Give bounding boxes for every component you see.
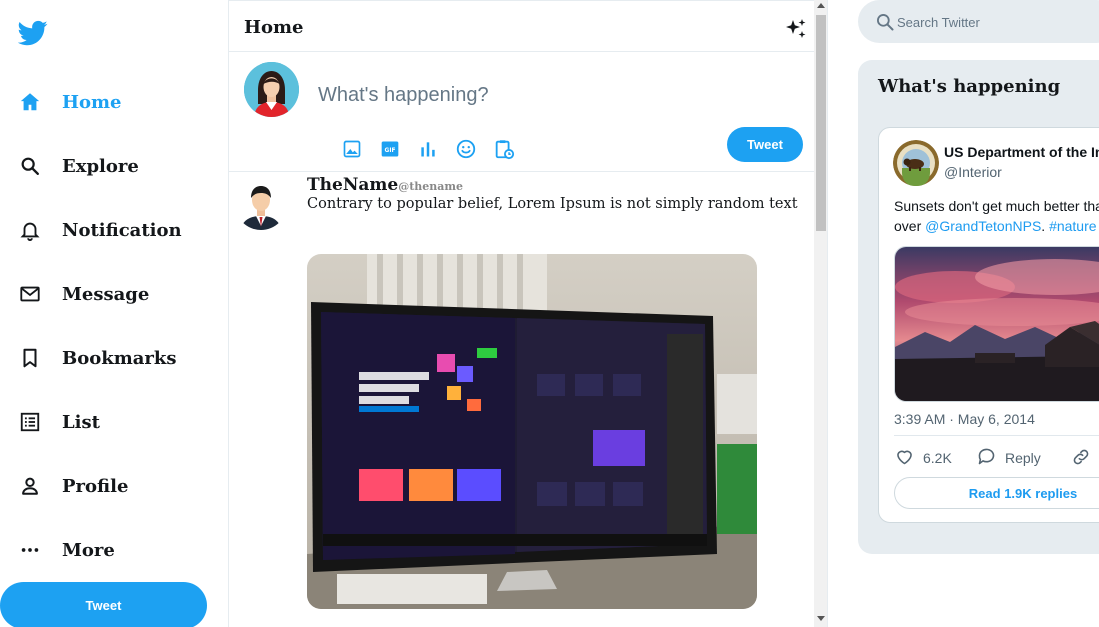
embed-text-line: over @GrandTetonNPS. #nature <box>894 216 1099 236</box>
scroll-up-arrow-icon[interactable] <box>817 3 825 8</box>
avatar[interactable] <box>244 62 299 117</box>
mail-icon <box>18 282 42 306</box>
sidebar-item-bookmarks[interactable]: Bookmarks <box>18 338 177 378</box>
sidebar-item-message[interactable]: Message <box>18 274 149 314</box>
search-input[interactable] <box>897 12 1097 32</box>
person-icon <box>18 474 42 498</box>
embed-tweet-text: Sunsets don't get much better than over … <box>894 196 1099 236</box>
bell-icon <box>18 218 42 242</box>
embed-text-line: Sunsets don't get much better than <box>894 198 1099 214</box>
sidebar-item-label: Notification <box>62 219 182 241</box>
sidebar-item-label: Explore <box>62 155 139 177</box>
whats-happening-panel: What's happening US Department of the In… <box>858 60 1099 554</box>
composer-toolbar: GIF <box>339 136 517 162</box>
embed-photo[interactable] <box>894 246 1099 402</box>
twitter-bird-icon[interactable] <box>17 18 48 48</box>
author-handle[interactable]: @thename <box>398 180 463 193</box>
embedded-tweet[interactable]: US Department of the Int @Interior Sunse… <box>878 127 1099 523</box>
sidebar-item-label: List <box>62 411 100 433</box>
sidebar-item-label: Message <box>62 283 150 305</box>
left-sidebar: Home Explore Notification Message Bookma… <box>0 0 228 627</box>
sidebar-item-profile[interactable]: Profile <box>18 466 128 506</box>
link-icon <box>1071 447 1091 470</box>
avatar[interactable] <box>235 178 287 230</box>
sparkle-icon[interactable] <box>784 17 808 41</box>
sidebar-item-label: Bookmarks <box>62 347 177 369</box>
author-display-name[interactable]: TheName <box>307 175 398 195</box>
tweet-photo[interactable] <box>307 254 757 609</box>
embed-author-handle[interactable]: @Interior <box>944 164 1002 180</box>
scroll-thumb[interactable] <box>816 15 826 231</box>
sidebar-item-more[interactable]: More <box>18 530 115 570</box>
search-icon <box>18 154 42 178</box>
embed-text-separator: . <box>1041 218 1050 234</box>
feed-scrollbar[interactable] <box>814 0 827 627</box>
main-feed: Home GIF <box>228 0 828 627</box>
compose-tweet-button[interactable]: Tweet <box>727 127 803 162</box>
sidebar-item-label: More <box>62 539 115 561</box>
scroll-down-arrow-icon[interactable] <box>817 616 825 621</box>
bookmark-icon <box>18 346 42 370</box>
embed-author-name[interactable]: US Department of the Int <box>944 144 1099 160</box>
tweet-author-name[interactable]: TheName@thename <box>307 175 463 195</box>
heart-icon <box>894 446 915 470</box>
embed-timestamp[interactable]: 3:39 AM · May 6, 2014 <box>894 411 1035 427</box>
compose-input[interactable] <box>318 80 788 110</box>
sidebar-item-label: Home <box>62 91 122 113</box>
read-replies-button[interactable]: Read 1.9K replies <box>894 477 1099 509</box>
feed-header: Home <box>229 0 814 52</box>
sidebar-item-explore[interactable]: Explore <box>18 146 139 186</box>
embed-text-prefix: over <box>894 218 926 234</box>
emoji-icon[interactable] <box>453 136 479 162</box>
more-icon <box>18 538 42 562</box>
trends-title: What's happening <box>878 76 1061 97</box>
sidebar-item-label: Profile <box>62 475 129 497</box>
embed-actions: 6.2K Reply C <box>894 446 1099 470</box>
home-icon <box>18 90 42 114</box>
like-count: 6.2K <box>923 450 952 466</box>
reply-action[interactable]: Reply <box>976 446 1071 470</box>
sidebar-item-home[interactable]: Home <box>18 82 122 122</box>
poll-icon[interactable] <box>415 136 441 162</box>
tweet-post[interactable]: TheName@thename Contrary to popular beli… <box>229 172 814 627</box>
like-action[interactable]: 6.2K <box>894 446 976 470</box>
tweet-text: Contrary to popular belief, Lorem Ipsum … <box>307 196 798 212</box>
sidebar-tweet-button[interactable]: Tweet <box>0 582 207 627</box>
divider <box>894 435 1099 436</box>
search-bar[interactable] <box>858 0 1099 43</box>
search-icon <box>875 12 895 32</box>
sidebar-item-notification[interactable]: Notification <box>18 210 182 250</box>
schedule-icon[interactable] <box>491 136 517 162</box>
sidebar-item-list[interactable]: List <box>18 402 100 442</box>
reply-bubble-icon <box>976 446 997 470</box>
image-icon[interactable] <box>339 136 365 162</box>
mention-link[interactable]: @GrandTetonNPS <box>925 218 1041 234</box>
gif-icon[interactable]: GIF <box>377 136 403 162</box>
list-icon <box>18 410 42 434</box>
tweet-composer: GIF Tweet <box>229 52 814 172</box>
hashtag-link[interactable]: #nature <box>1049 218 1096 234</box>
monitor <box>311 302 717 572</box>
svg-text:GIF: GIF <box>385 148 396 154</box>
page-title: Home <box>244 17 304 38</box>
reply-label: Reply <box>1005 450 1041 466</box>
avatar[interactable] <box>893 140 939 186</box>
copy-link-action[interactable]: C <box>1071 447 1099 470</box>
